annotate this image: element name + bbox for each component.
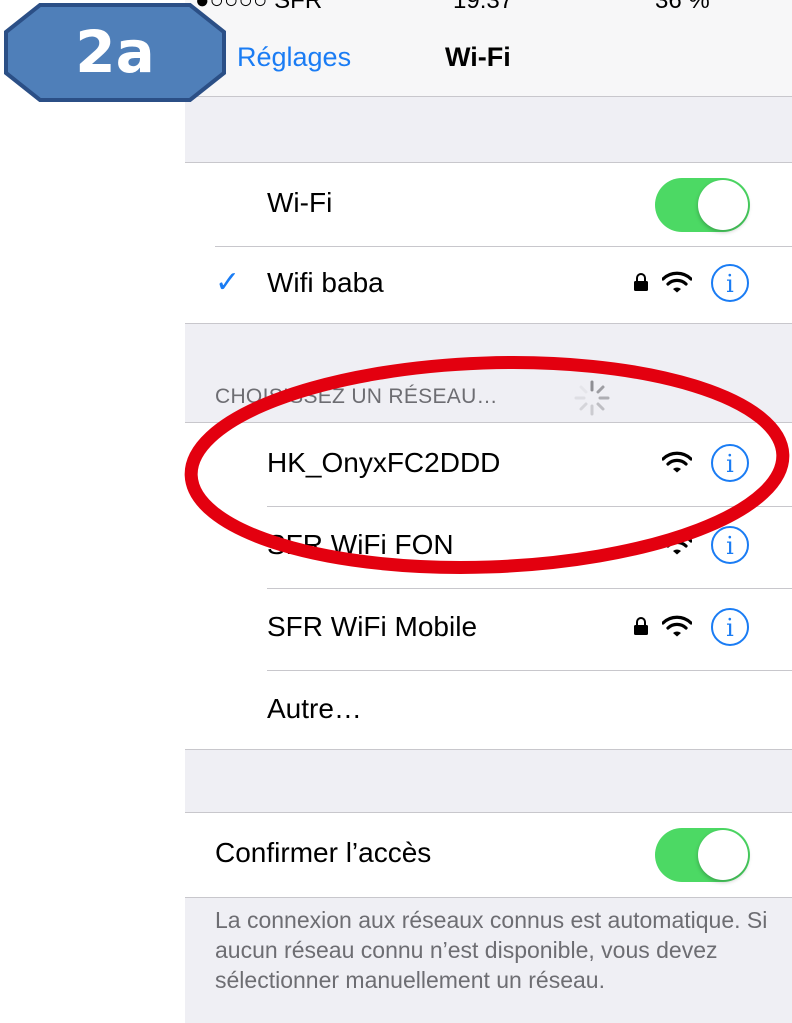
networks-list: HK_OnyxFC2DDD i SFR WiFi FON i SFR WiFi … [185, 422, 792, 750]
spinner-icon [574, 380, 610, 416]
svg-text:i: i [726, 450, 734, 478]
network-name: SFR WiFi FON [267, 529, 454, 560]
wifi-toggle-label: Wi-Fi [267, 187, 333, 218]
wifi-toggle[interactable] [655, 178, 750, 232]
network-name: HK_OnyxFC2DDD [267, 447, 501, 478]
wifi-group: Wi-Fi ✓ Wifi baba i [185, 162, 792, 324]
page-title: Wi-Fi [445, 42, 511, 72]
svg-text:i: i [726, 614, 734, 642]
toggle-knob [698, 830, 748, 880]
ask-join-row: Confirmer l’accès [185, 813, 792, 897]
back-button[interactable]: Réglages [237, 42, 351, 73]
checkmark-icon: ✓ [215, 266, 241, 299]
wifi-icon [662, 451, 692, 473]
wifi-toggle-row: Wi-Fi [185, 163, 792, 247]
lock-icon [634, 273, 648, 291]
battery-label: 36 % [655, 0, 710, 12]
svg-text:i: i [726, 270, 734, 298]
wifi-icon [662, 615, 692, 637]
network-name: Wifi baba [267, 267, 384, 298]
wifi-icon [662, 271, 692, 293]
connected-network-row[interactable]: ✓ Wifi baba i [185, 243, 792, 327]
info-icon[interactable]: i [710, 525, 750, 565]
wifi-icon [662, 533, 692, 555]
status-bar: ●○○○○ SFR 19:37 36 % [185, 0, 792, 12]
clock: 19:37 [453, 0, 513, 12]
navigation-bar: Réglages Wi-Fi [185, 12, 792, 97]
step-badge-label: 2a [75, 18, 155, 86]
info-icon[interactable]: i [710, 263, 750, 303]
section-header: CHOISISSEZ UN RÉSEAU… [215, 385, 498, 408]
info-icon[interactable]: i [710, 443, 750, 483]
other-network-label: Autre… [267, 693, 362, 724]
ask-join-label: Confirmer l’accès [215, 837, 432, 868]
other-network-row[interactable]: Autre… [185, 669, 792, 753]
ask-join-group: Confirmer l’accès [185, 812, 792, 898]
lock-icon [634, 617, 648, 635]
network-row[interactable]: HK_OnyxFC2DDD i [185, 423, 792, 507]
network-name: SFR WiFi Mobile [267, 611, 478, 642]
network-row[interactable]: SFR WiFi Mobile i [185, 587, 792, 671]
network-row[interactable]: SFR WiFi FON i [185, 505, 792, 589]
footer-description: La connexion aux réseaux connus est auto… [215, 907, 768, 993]
svg-text:i: i [726, 532, 734, 560]
ask-join-toggle[interactable] [655, 828, 750, 882]
toggle-knob [698, 180, 748, 230]
info-icon[interactable]: i [710, 607, 750, 647]
